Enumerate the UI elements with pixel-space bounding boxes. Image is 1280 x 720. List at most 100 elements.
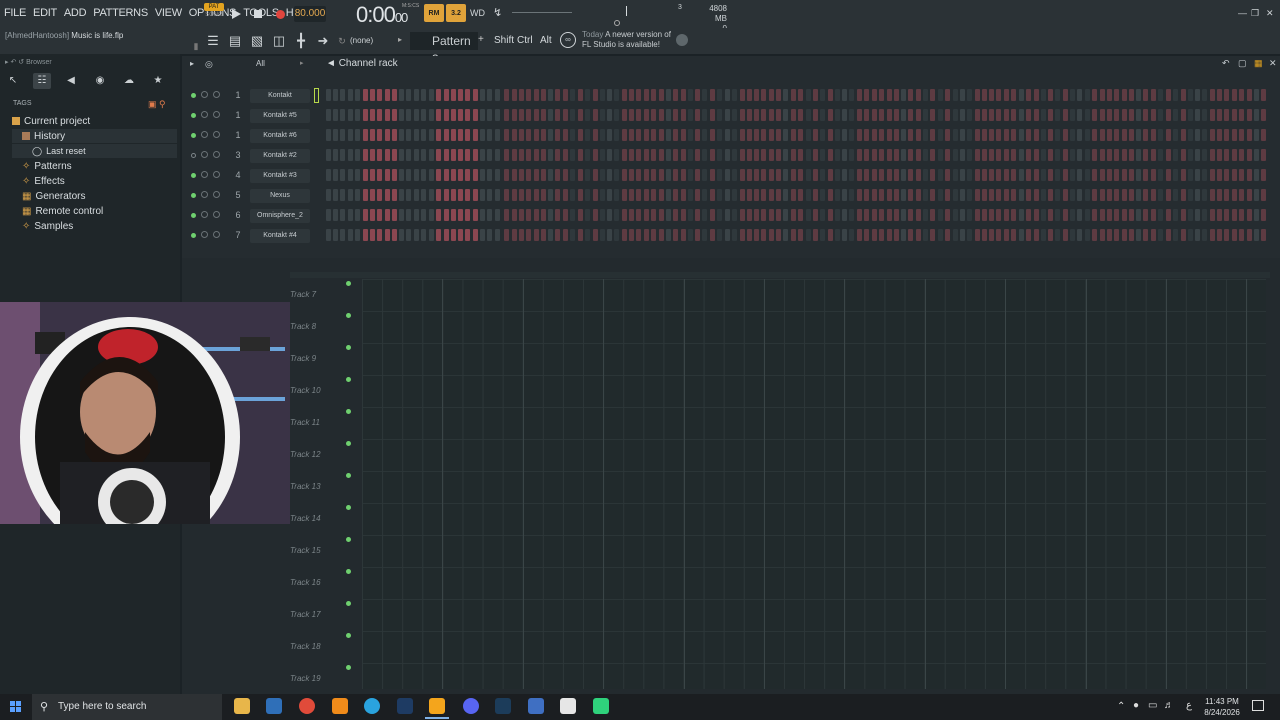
step-button[interactable] — [1231, 229, 1237, 241]
step-button[interactable] — [783, 149, 789, 161]
step-button[interactable] — [702, 169, 708, 181]
step-button[interactable] — [643, 89, 649, 101]
step-button[interactable] — [622, 89, 627, 101]
step-button[interactable] — [1063, 149, 1068, 161]
step-button[interactable] — [871, 209, 877, 221]
step-button[interactable] — [967, 129, 972, 141]
step-button[interactable] — [1011, 169, 1017, 181]
step-button[interactable] — [835, 169, 840, 181]
step-button[interactable] — [458, 229, 463, 241]
step-button[interactable] — [731, 209, 737, 221]
step-button[interactable] — [937, 229, 943, 241]
step-button[interactable] — [930, 209, 936, 221]
step-button[interactable] — [636, 189, 642, 201]
step-button[interactable] — [827, 169, 833, 181]
step-button[interactable] — [1172, 149, 1178, 161]
step-button[interactable] — [1246, 169, 1252, 181]
step-button[interactable] — [878, 189, 884, 201]
step-button[interactable] — [1004, 109, 1010, 121]
step-button[interactable] — [1121, 169, 1127, 181]
step-button[interactable] — [1040, 169, 1046, 181]
step-button[interactable] — [702, 89, 708, 101]
step-button[interactable] — [776, 189, 782, 201]
step-button[interactable] — [428, 209, 434, 221]
step-button[interactable] — [702, 209, 708, 221]
telegram-icon[interactable] — [364, 698, 380, 714]
step-button[interactable] — [369, 169, 375, 181]
step-button[interactable] — [761, 189, 767, 201]
step-button[interactable] — [1217, 169, 1223, 181]
step-button[interactable] — [761, 169, 767, 181]
step-button[interactable] — [533, 129, 539, 141]
playlist-icon[interactable]: ▤ — [227, 33, 243, 49]
step-button[interactable] — [1210, 129, 1215, 141]
step-button[interactable] — [1151, 189, 1157, 201]
step-button[interactable] — [849, 149, 855, 161]
step-button[interactable] — [494, 229, 500, 241]
step-button[interactable] — [548, 129, 554, 141]
step-button[interactable] — [487, 129, 493, 141]
step-button[interactable] — [548, 89, 554, 101]
track-label[interactable]: Track 19 — [290, 674, 344, 683]
vlc-icon[interactable] — [332, 698, 348, 714]
step-button[interactable] — [812, 89, 818, 101]
step-button[interactable] — [443, 229, 449, 241]
step-button[interactable] — [842, 89, 848, 101]
step-button[interactable] — [1239, 169, 1245, 181]
browser-cloud-icon[interactable]: ☁ — [120, 73, 138, 89]
step-button[interactable] — [1018, 109, 1024, 121]
step-button[interactable] — [494, 109, 500, 121]
step-button[interactable] — [504, 109, 510, 121]
browser-globe-icon[interactable]: ◉ — [91, 73, 109, 89]
step-button[interactable] — [908, 229, 914, 241]
step-button[interactable] — [702, 109, 708, 121]
step-button[interactable] — [548, 169, 554, 181]
step-button[interactable] — [577, 149, 583, 161]
step-button[interactable] — [563, 89, 569, 101]
step-button[interactable] — [1025, 229, 1031, 241]
step-button[interactable] — [1055, 169, 1061, 181]
step-button[interactable] — [555, 109, 561, 121]
step-button[interactable] — [665, 129, 671, 141]
step-button[interactable] — [835, 129, 840, 141]
step-button[interactable] — [1158, 109, 1164, 121]
step-button[interactable] — [724, 229, 730, 241]
step-button[interactable] — [362, 109, 368, 121]
step-button[interactable] — [996, 209, 1002, 221]
step-button[interactable] — [435, 109, 441, 121]
track-mute-led[interactable] — [346, 281, 351, 286]
step-button[interactable] — [577, 89, 583, 101]
step-button[interactable] — [1151, 209, 1157, 221]
step-button[interactable] — [629, 189, 635, 201]
step-button[interactable] — [695, 109, 701, 121]
step-button[interactable] — [1143, 209, 1149, 221]
step-button[interactable] — [695, 169, 701, 181]
step-button[interactable] — [1055, 149, 1061, 161]
restore-icon[interactable]: ❐ — [1251, 8, 1259, 19]
step-button[interactable] — [1106, 229, 1112, 241]
step-button[interactable] — [893, 209, 899, 221]
step-button[interactable] — [1158, 89, 1164, 101]
step-button[interactable] — [1231, 89, 1237, 101]
step-button[interactable] — [746, 169, 752, 181]
step-button[interactable] — [1084, 109, 1090, 121]
step-button[interactable] — [1158, 149, 1164, 161]
step-button[interactable] — [563, 149, 569, 161]
news-panel[interactable]: Today A newer version of FL Studio is av… — [582, 30, 671, 50]
step-button[interactable] — [790, 209, 796, 221]
step-button[interactable] — [1040, 189, 1046, 201]
playlist-grid[interactable] — [362, 279, 1266, 689]
step-button[interactable] — [1055, 89, 1061, 101]
track-label[interactable]: Track 18 — [290, 642, 344, 651]
step-button[interactable] — [570, 169, 576, 181]
step-button[interactable] — [1121, 109, 1127, 121]
step-button[interactable] — [798, 149, 804, 161]
step-button[interactable] — [1165, 189, 1171, 201]
step-button[interactable] — [614, 109, 620, 121]
step-button[interactable] — [776, 229, 782, 241]
step-button[interactable] — [421, 89, 427, 101]
step-button[interactable] — [362, 229, 368, 241]
step-button[interactable] — [886, 209, 892, 221]
step-button[interactable] — [333, 169, 339, 181]
step-button[interactable] — [1092, 189, 1098, 201]
